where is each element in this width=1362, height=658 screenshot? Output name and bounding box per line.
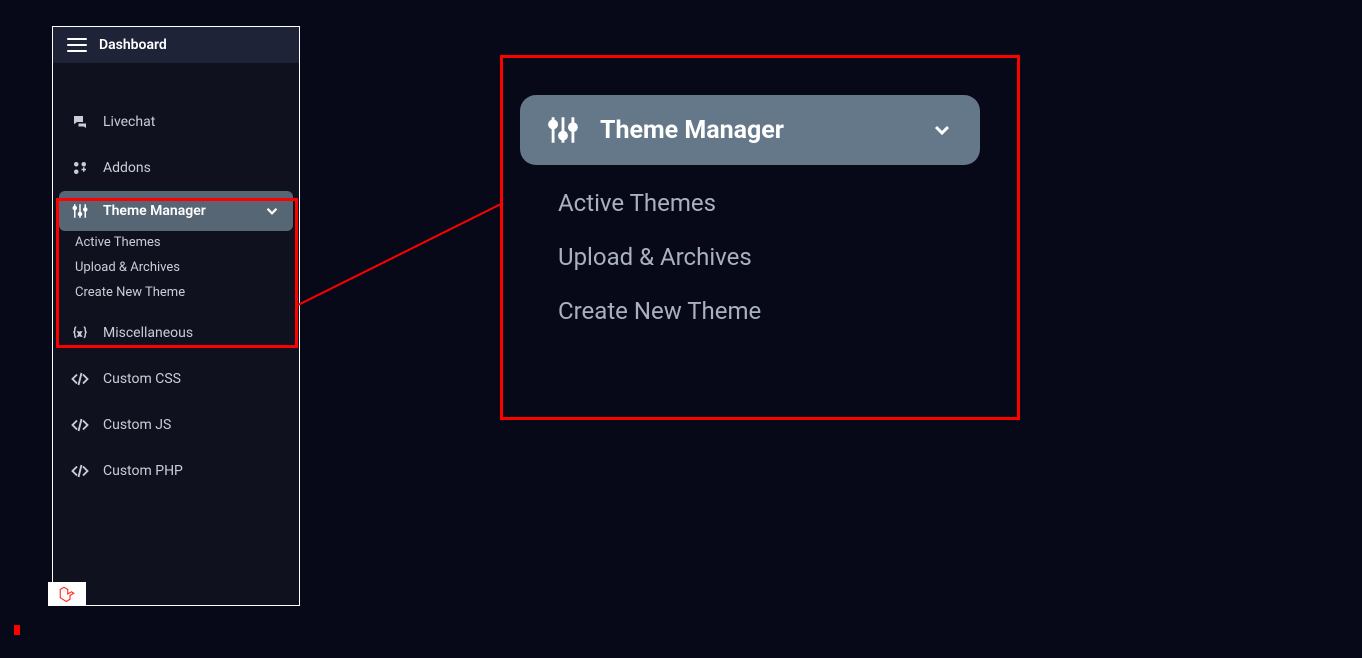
zoom-submenu: Active Themes Upload & Archives Create N…	[520, 165, 980, 349]
chat-icon	[71, 113, 89, 131]
sidebar-item-livechat[interactable]: Livechat	[53, 99, 299, 145]
zoom-active-themes[interactable]: Active Themes	[558, 189, 942, 217]
code-icon	[71, 416, 89, 434]
zoom-theme-manager-header[interactable]: Theme Manager	[520, 95, 980, 165]
zoom-upload-archives[interactable]: Upload & Archives	[558, 243, 942, 271]
sidebar-menu: Livechat Addons Theme Manager Active The…	[53, 63, 299, 494]
sidebar-item-custom-css[interactable]: Custom CSS	[53, 356, 299, 402]
submenu-create-new-theme[interactable]: Create New Theme	[75, 285, 299, 300]
dashboard-title: Dashboard	[99, 37, 167, 53]
chevron-down-icon	[263, 202, 281, 220]
zoom-title: Theme Manager	[600, 116, 910, 145]
chevron-down-icon	[930, 118, 954, 142]
code-icon	[71, 370, 89, 388]
sidebar-item-label: Livechat	[103, 114, 281, 130]
sidebar-item-label: Custom CSS	[103, 371, 281, 387]
sidebar-header: Dashboard	[53, 27, 299, 63]
sidebar-item-label: Theme Manager	[103, 203, 249, 219]
sidebar-item-label: Miscellaneous	[103, 325, 281, 341]
zoom-panel: Theme Manager Active Themes Upload & Arc…	[520, 95, 980, 349]
braces-icon: x	[71, 324, 89, 342]
sidebar-item-theme-manager[interactable]: Theme Manager	[59, 191, 293, 231]
menu-icon[interactable]	[67, 38, 87, 52]
connector-line	[298, 200, 508, 320]
sliders-icon	[71, 202, 89, 220]
submenu-upload-archives[interactable]: Upload & Archives	[75, 260, 299, 275]
zoom-create-new-theme[interactable]: Create New Theme	[558, 297, 942, 325]
sidebar-item-miscellaneous[interactable]: x Miscellaneous	[53, 310, 299, 356]
sliders-icon	[546, 113, 580, 147]
sidebar-item-custom-js[interactable]: Custom JS	[53, 402, 299, 448]
submenu-active-themes[interactable]: Active Themes	[75, 235, 299, 250]
sidebar-item-custom-php[interactable]: Custom PHP	[53, 448, 299, 494]
laravel-logo	[48, 582, 86, 606]
sidebar-item-label: Addons	[103, 160, 281, 176]
red-mark	[14, 625, 20, 635]
code-icon	[71, 462, 89, 480]
addons-icon	[71, 159, 89, 177]
svg-text:x: x	[78, 329, 82, 338]
sidebar-item-label: Custom PHP	[103, 463, 281, 479]
theme-manager-submenu: Active Themes Upload & Archives Create N…	[53, 231, 299, 310]
sidebar-item-label: Custom JS	[103, 417, 281, 433]
sidebar-item-addons[interactable]: Addons	[53, 145, 299, 191]
sidebar: Dashboard Livechat Addons Theme Manager	[52, 26, 300, 606]
